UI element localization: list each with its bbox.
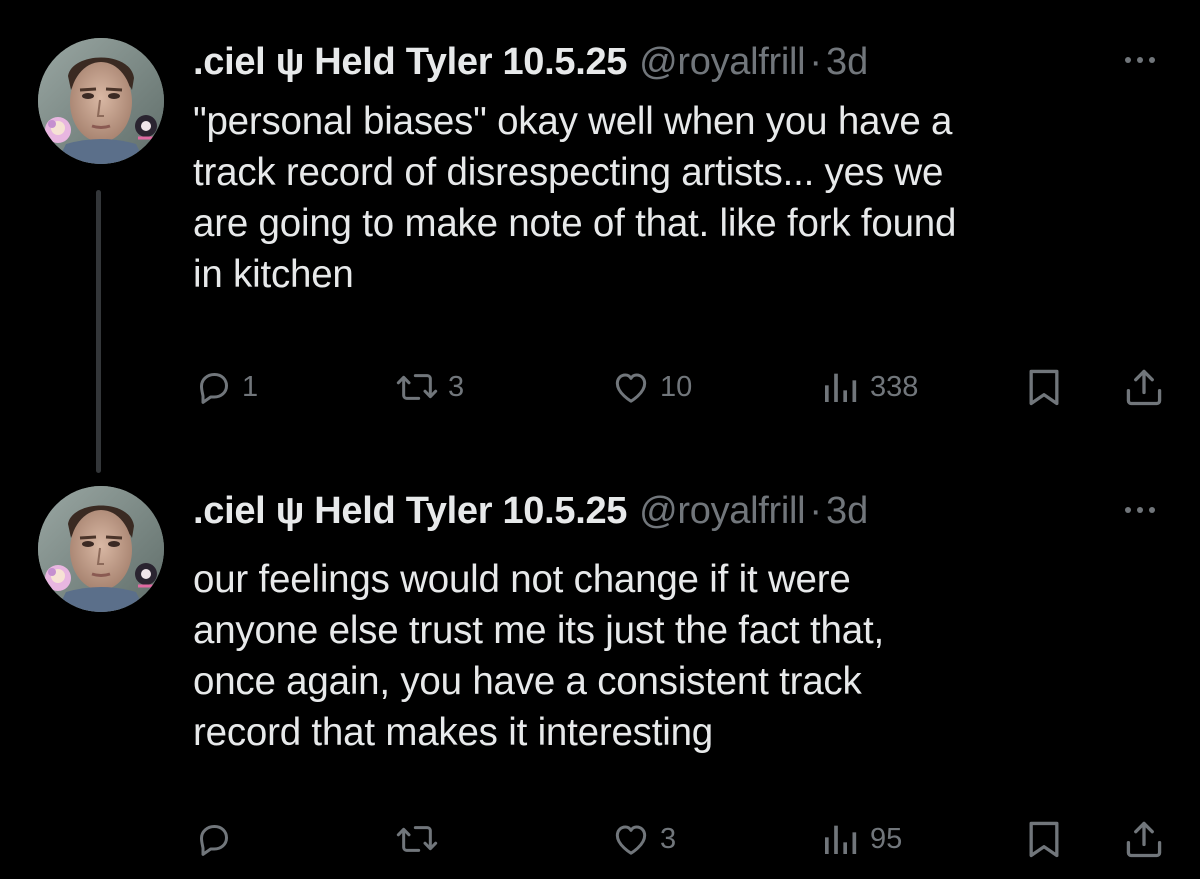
avatar[interactable] (38, 38, 164, 164)
reply-icon (200, 825, 228, 856)
tweet-text-line: once again, you have a consistent track (193, 660, 862, 703)
avatar-photo (38, 38, 164, 164)
tweet[interactable]: .ciel ψ Held Tyler 10.5.25 @royalfrill ·… (0, 0, 1200, 440)
repost-icon (396, 826, 438, 852)
tweet-header: .ciel ψ Held Tyler 10.5.25 @royalfrill ·… (193, 483, 868, 539)
reply-icon (200, 373, 228, 404)
timestamp[interactable]: 3d (826, 34, 868, 90)
display-name[interactable]: .ciel ψ Held Tyler 10.5.25 (193, 483, 627, 539)
action-bar: 1 3 10 338 (0, 362, 1200, 412)
separator-dot: · (809, 41, 822, 83)
tweet-text-line: record that makes it interesting (193, 711, 714, 754)
heart-icon (615, 825, 647, 855)
display-name[interactable]: .ciel ψ Held Tyler 10.5.25 (193, 34, 627, 90)
repost-button[interactable] (394, 814, 448, 864)
more-dots-icon[interactable] (1112, 50, 1168, 70)
repost-icon (396, 374, 438, 400)
tweet-text: our feelings would not change if it were… (193, 554, 1183, 758)
repost-button[interactable]: 3 (394, 362, 464, 412)
tweet-text-line: in kitchen (193, 253, 354, 296)
user-handle[interactable]: @royalfrill (639, 34, 805, 90)
views-button[interactable]: 338 (818, 362, 918, 412)
tweet-text: "personal biases" okay well when you hav… (193, 96, 1183, 300)
like-button[interactable]: 10 (610, 362, 692, 412)
more-dots-icon[interactable] (1112, 500, 1168, 520)
tweet[interactable]: .ciel ψ Held Tyler 10.5.25 @royalfrill ·… (0, 440, 1200, 879)
tweet-text-line: are going to make note of that. like for… (193, 202, 957, 245)
heart-icon (615, 373, 647, 403)
views-button[interactable]: 95 (818, 814, 902, 864)
bookmark-icon (1029, 369, 1059, 406)
share-button[interactable] (1122, 362, 1166, 412)
user-handle[interactable]: @royalfrill (639, 483, 805, 539)
tweet-header: .ciel ψ Held Tyler 10.5.25 @royalfrill ·… (193, 34, 868, 90)
bookmark-button[interactable] (1022, 362, 1066, 412)
reply-button[interactable]: 1 (194, 362, 258, 412)
tweet-text-line: anyone else trust me its just the fact t… (193, 609, 884, 652)
bookmark-icon (1029, 821, 1059, 858)
separator-dot: · (809, 490, 822, 532)
views-chart-icon (825, 825, 857, 854)
reply-button[interactable] (194, 814, 242, 864)
like-count: 10 (660, 370, 693, 403)
views-chart-icon (825, 373, 857, 402)
tweet-text-line: "personal biases" okay well when you hav… (193, 100, 953, 143)
action-bar: 3 95 (0, 814, 1200, 864)
repost-count: 3 (448, 370, 465, 403)
tweet-text-line: track record of disrespecting artists...… (193, 151, 944, 194)
timestamp[interactable]: 3d (826, 483, 868, 539)
bookmark-button[interactable] (1022, 814, 1066, 864)
avatar-photo (38, 486, 164, 612)
like-count: 3 (660, 822, 677, 855)
views-count: 95 (870, 822, 903, 855)
share-button[interactable] (1122, 814, 1166, 864)
share-icon (1126, 821, 1162, 858)
share-icon (1126, 369, 1162, 406)
views-count: 338 (870, 370, 919, 403)
reply-count: 1 (242, 370, 259, 403)
avatar[interactable] (38, 486, 164, 612)
tweet-text-line: our feelings would not change if it were (193, 558, 851, 601)
like-button[interactable]: 3 (610, 814, 676, 864)
